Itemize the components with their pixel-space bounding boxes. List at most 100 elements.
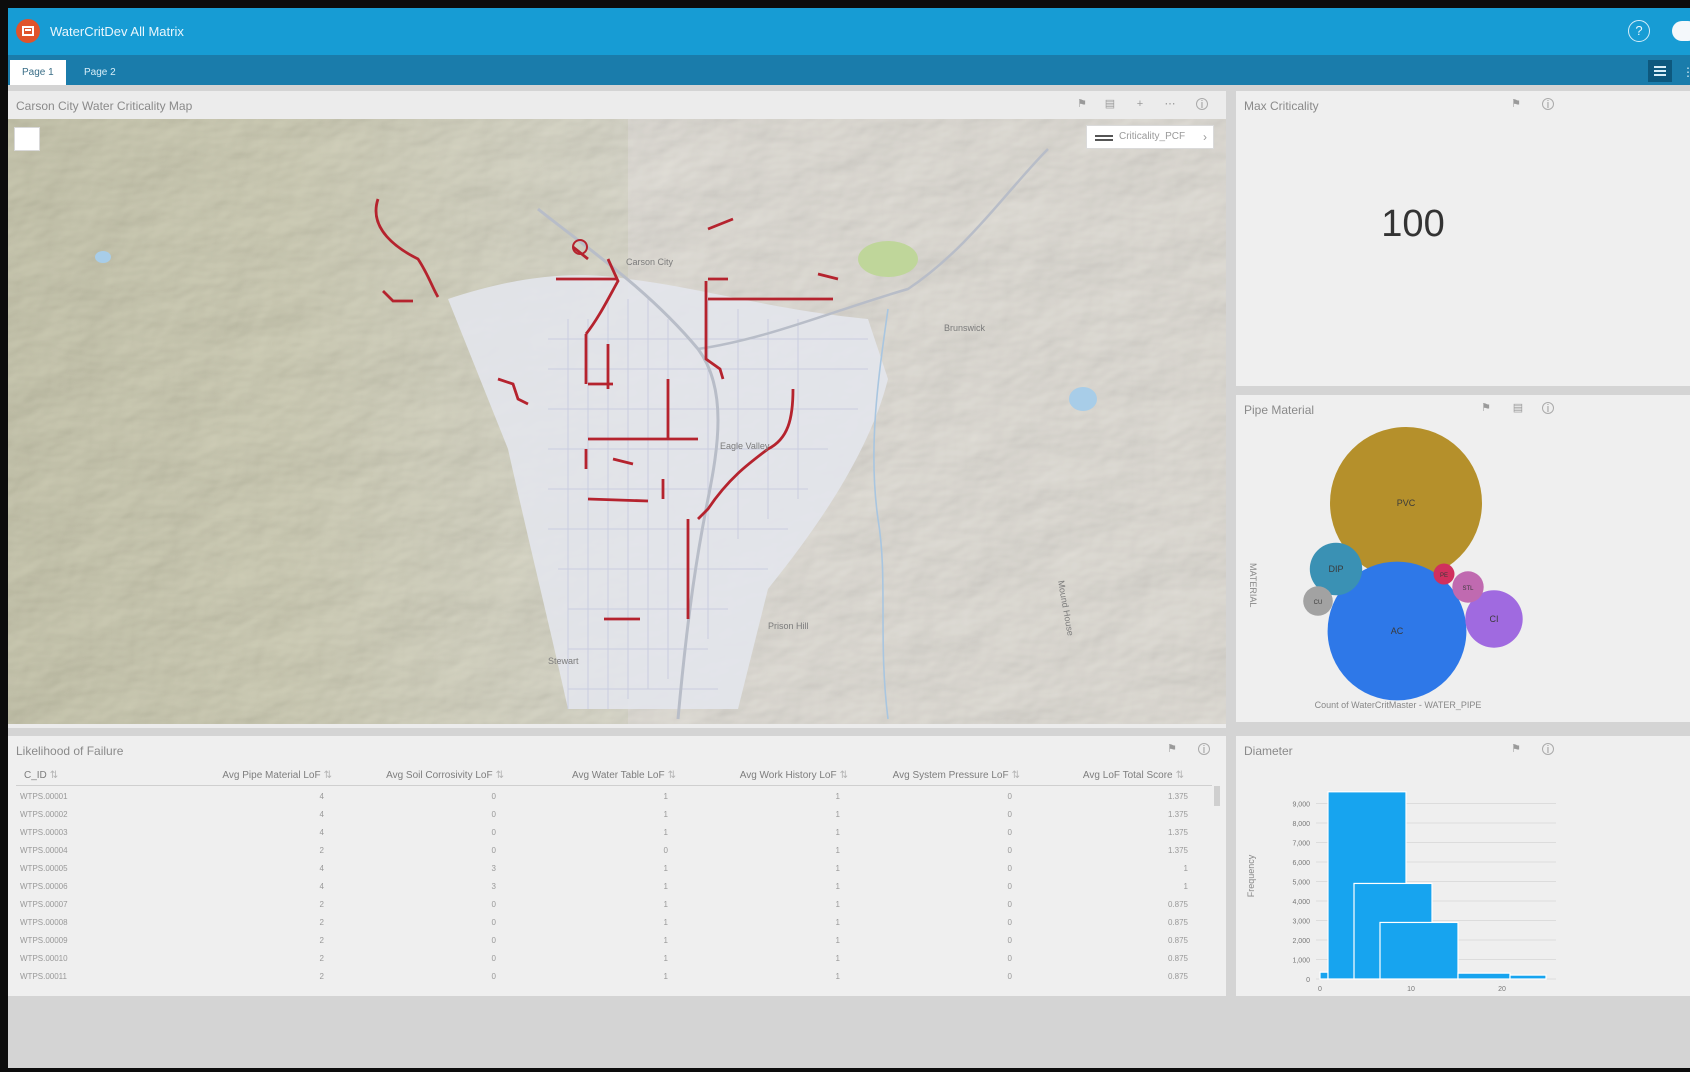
info-icon[interactable]: i bbox=[1198, 743, 1210, 756]
table-cell: 1 bbox=[835, 918, 840, 927]
info-icon[interactable]: i bbox=[1196, 98, 1208, 111]
max-criticality-title: Max Criticality bbox=[1244, 99, 1319, 113]
column-header[interactable]: Avg LoF Total Score ⇅ bbox=[1083, 770, 1184, 781]
place-label: Stewart bbox=[548, 656, 579, 666]
tab-page-2[interactable]: Page 2 bbox=[72, 60, 128, 85]
layers-icon[interactable]: ▤ bbox=[1104, 98, 1116, 110]
table-cell: 3 bbox=[491, 882, 496, 891]
table-cell: 1 bbox=[1183, 882, 1188, 891]
sort-icon[interactable]: ⇅ bbox=[840, 770, 848, 781]
pipe-material-panel: Pipe Material ⚑ ▤ i MATERIAL PVC AC DIP CI S… bbox=[1236, 395, 1690, 722]
table-cell: 0 bbox=[491, 972, 496, 981]
column-header-label: Avg Work History LoF bbox=[739, 770, 837, 781]
park-green bbox=[858, 241, 918, 277]
table-cell: WTPS.00011 bbox=[20, 972, 67, 981]
sort-icon[interactable]: ⇅ bbox=[668, 770, 676, 781]
map-canvas[interactable]: Carson City Brunswick Eagle Valley Stewa… bbox=[8, 119, 1226, 724]
column-header-label: Avg Pipe Material LoF bbox=[222, 770, 321, 781]
chevron-right-icon[interactable]: › bbox=[1203, 130, 1207, 144]
column-header[interactable]: C_ID ⇅ bbox=[24, 770, 58, 781]
expand-icon[interactable]: + bbox=[1134, 98, 1146, 110]
y-tick-label: 4,000 bbox=[1292, 899, 1310, 906]
x-tick-label: 0 bbox=[1318, 986, 1322, 993]
column-header[interactable]: Avg Water Table LoF ⇅ bbox=[572, 770, 676, 781]
table-cell: 0 bbox=[1007, 918, 1012, 927]
layer-list-button[interactable] bbox=[14, 127, 40, 151]
sort-icon[interactable]: ⇅ bbox=[1012, 770, 1020, 781]
table-row[interactable]: WTPS.00009 2 0 1 1 0 0.875 bbox=[16, 932, 1212, 950]
question-circle-icon[interactable]: ? bbox=[1628, 20, 1650, 42]
more-vertical-icon[interactable]: ⋮ bbox=[1682, 65, 1690, 79]
table-cell: 0 bbox=[1007, 972, 1012, 981]
table-cell: 1 bbox=[835, 810, 840, 819]
bubble-axis-label: MATERIAL bbox=[1248, 563, 1258, 607]
table-row[interactable]: WTPS.00008 2 0 1 1 0 0.875 bbox=[16, 914, 1212, 932]
bubble-caption: Count of WaterCritMaster - WATER_PIPE bbox=[1315, 700, 1482, 710]
table-cell: WTPS.00008 bbox=[20, 918, 68, 927]
sort-icon[interactable]: ⇅ bbox=[324, 770, 332, 781]
app-logo-icon[interactable] bbox=[16, 19, 40, 43]
table-row[interactable]: WTPS.00004 2 0 0 1 0 1.375 bbox=[16, 842, 1212, 860]
table-cell: 0 bbox=[663, 846, 668, 855]
legend-chip[interactable]: Criticality_PCF › bbox=[1086, 125, 1214, 149]
column-header[interactable]: Avg Soil Corrosivity LoF ⇅ bbox=[386, 770, 504, 781]
bubble-label: PE bbox=[1440, 573, 1448, 579]
table-cell: 1 bbox=[835, 972, 840, 981]
histogram-bar[interactable] bbox=[1379, 921, 1459, 980]
table-cell: 0.875 bbox=[1167, 972, 1188, 981]
place-label: Brunswick bbox=[944, 323, 986, 333]
sort-icon[interactable]: ⇅ bbox=[50, 770, 58, 781]
menu-icon[interactable] bbox=[1648, 60, 1672, 82]
table-cell: 4 bbox=[319, 792, 324, 801]
max-criticality-panel: Max Criticality ⚑ i 100 bbox=[1236, 91, 1690, 386]
mode-toggle[interactable] bbox=[1672, 21, 1690, 41]
bookmark-icon[interactable]: ⚑ bbox=[1510, 98, 1522, 110]
bookmark-icon[interactable]: ⚑ bbox=[1076, 98, 1088, 110]
table-cell: 0 bbox=[1007, 936, 1012, 945]
histogram-bar[interactable] bbox=[1319, 971, 1329, 980]
more-icon[interactable]: ⋯ bbox=[1164, 98, 1176, 110]
table-row[interactable]: WTPS.00001 4 0 1 1 0 1.375 bbox=[16, 788, 1212, 806]
y-tick-label: 1,000 bbox=[1292, 958, 1310, 965]
table-cell: WTPS.00004 bbox=[20, 846, 68, 855]
table-cell: 2 bbox=[319, 972, 324, 981]
column-header-label: Avg LoF Total Score bbox=[1082, 770, 1173, 781]
histogram-yticks: 0 1,000 2,000 3,000 4,000 5,000 6,000 7,000 8,00… bbox=[1292, 802, 1310, 985]
place-label: Eagle Valley bbox=[720, 441, 770, 451]
table-row[interactable]: WTPS.00010 2 0 1 1 0 0.875 bbox=[16, 950, 1212, 968]
column-header[interactable]: Avg System Pressure LoF ⇅ bbox=[893, 770, 1020, 781]
table-cell: 3 bbox=[491, 864, 496, 873]
table-cell: 1 bbox=[835, 936, 840, 945]
diameter-histogram: Frequency 0 1,000 2,000 3,000 4,000 5,000 6,00… bbox=[1246, 791, 1556, 993]
histogram-bar[interactable] bbox=[1457, 972, 1511, 980]
table-row[interactable]: WTPS.00011 2 0 1 1 0 0.875 bbox=[16, 968, 1212, 986]
y-tick-label: 5,000 bbox=[1292, 880, 1310, 887]
histogram-bar[interactable] bbox=[1509, 974, 1547, 980]
tab-page-1[interactable]: Page 1 bbox=[10, 60, 66, 85]
y-tick-label: 2,000 bbox=[1292, 938, 1310, 945]
table-row[interactable]: WTPS.00006 4 3 1 1 0 1 bbox=[16, 878, 1212, 896]
table-cell: 4 bbox=[319, 864, 324, 873]
bookmark-icon[interactable]: ⚑ bbox=[1166, 743, 1178, 755]
table-cell: 1.375 bbox=[1167, 792, 1188, 801]
table-row[interactable]: WTPS.00003 4 0 1 1 0 1.375 bbox=[16, 824, 1212, 842]
table-cell: 1 bbox=[835, 900, 840, 909]
table-cell: WTPS.00001 bbox=[20, 792, 68, 801]
column-header[interactable]: Avg Work History LoF ⇅ bbox=[740, 770, 848, 781]
bubble-label: CI bbox=[1490, 614, 1499, 624]
table-cell: 1 bbox=[835, 864, 840, 873]
histogram-xticks: 0 10 20 bbox=[1318, 986, 1506, 993]
table-row[interactable]: WTPS.00007 2 0 1 1 0 0.875 bbox=[16, 896, 1212, 914]
table-cell: 0 bbox=[1007, 846, 1012, 855]
table-row[interactable]: WTPS.00002 4 0 1 1 0 1.375 bbox=[16, 806, 1212, 824]
sort-icon[interactable]: ⇅ bbox=[496, 770, 504, 781]
table-row[interactable]: WTPS.00005 4 3 1 1 0 1 bbox=[16, 860, 1212, 878]
info-icon[interactable]: i bbox=[1542, 98, 1554, 111]
table-scrollbar[interactable] bbox=[1214, 786, 1220, 806]
column-header[interactable]: Avg Pipe Material LoF ⇅ bbox=[222, 770, 332, 781]
column-header-label: Avg Water Table LoF bbox=[571, 770, 665, 781]
sort-icon[interactable]: ⇅ bbox=[1176, 770, 1184, 781]
legend-label: Criticality_PCF bbox=[1119, 131, 1186, 142]
bubble-chart: MATERIAL PVC AC DIP CI STL CU PE Count of Wate… bbox=[1248, 427, 1523, 710]
table-cell: 4 bbox=[319, 882, 324, 891]
